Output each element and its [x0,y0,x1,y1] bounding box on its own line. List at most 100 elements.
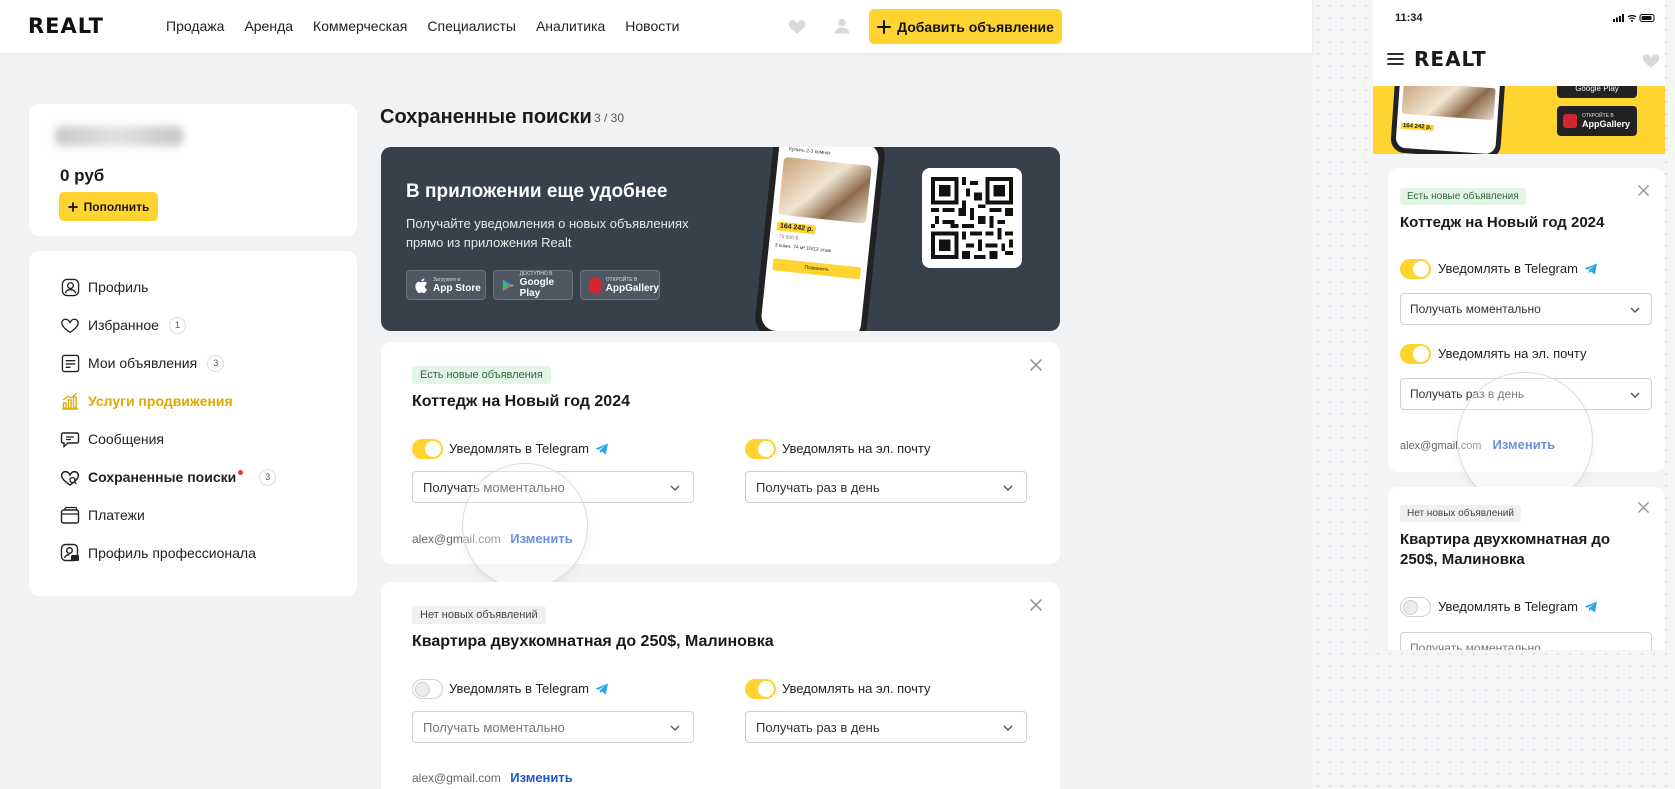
telegram-label-row: Уведомлять в Telegram [449,441,609,456]
status-icons [1613,14,1655,22]
chevron-down-icon [1003,485,1013,491]
email-frequency-select[interactable]: Получать раз в день [1400,378,1652,410]
page-title: Сохраненные поиски [380,106,592,128]
account-menu: Профиль Избранное 1 Мои объявления 3 Усл… [29,251,357,596]
search-title: Коттедж на Новый год 2024 [1400,214,1605,231]
store-small-label: Загрузите в [433,276,460,283]
desktop-view: REALT Продажа Аренда Коммерческая Специа… [0,0,1312,789]
balance-card: 0 руб Пополнить [29,104,357,236]
realt-logo[interactable]: REALT [28,14,104,38]
menu-item-saved-searches[interactable]: Сохраненные поиски 3 [60,465,277,489]
store-name: AppGallery [605,282,659,294]
count-badge: 1 [168,316,186,334]
nav-commercial[interactable]: Коммерческая [313,18,407,34]
email-label-row: Уведомлять на эл. почту [782,441,930,456]
email-label-row: Уведомлять на эл. почту [1438,346,1586,361]
status-badge: Нет новых объявлений [412,606,546,624]
store-small-label: ОТКРОЙТЕ В [605,276,638,283]
menu-item-promotion[interactable]: Услуги продвижения [60,389,233,413]
store-name: Google Play [519,277,555,299]
email-row: alex@gmail.com Изменить [412,531,573,546]
telegram-frequency-select[interactable]: Получать моментально [412,471,694,503]
count-badge: 3 [259,468,277,486]
nav-analytics[interactable]: Аналитика [536,18,605,34]
telegram-frequency-select[interactable]: Получать моментально [412,711,694,743]
chevron-down-icon [670,485,680,491]
chart-icon [60,391,80,411]
email-toggle[interactable] [1400,344,1431,364]
nav-news[interactable]: Новости [625,18,679,34]
telegram-label-row: Уведомлять в Telegram [1438,599,1598,614]
menu-item-messages[interactable]: Сообщения [60,427,164,451]
telegram-label-row: Уведомлять в Telegram [449,681,609,696]
email-frequency-select[interactable]: Получать раз в день [745,471,1027,503]
email-frequency-select[interactable]: Получать раз в день [745,711,1027,743]
telegram-toggle[interactable] [1400,259,1431,279]
menu-label: Платежи [88,507,145,523]
user-name-blurred [55,126,183,146]
appgallery-button[interactable]: ОТКРОЙТЕ В AppGallery [580,270,660,300]
saved-search-card: Нет новых объявлений Квартира двухкомнат… [1388,487,1665,650]
email-toggle[interactable] [745,439,776,459]
store-name: App Store [433,282,481,294]
heart-icon[interactable] [787,16,807,36]
close-icon[interactable] [1637,184,1650,197]
email-address: alex@gmail.com [412,771,501,785]
search-title: Квартира двухкомнатная до 250$, Малиновк… [412,633,774,650]
telegram-toggle[interactable] [412,439,443,459]
menu-item-payments[interactable]: Платежи [60,503,145,527]
nav-specialists[interactable]: Специалисты [427,18,516,34]
nav-sale[interactable]: Продажа [166,18,224,34]
telegram-toggle[interactable] [412,679,443,699]
telegram-toggle[interactable] [1400,597,1431,617]
appgallery-button[interactable]: ОТКРОЙТЕ В AppGallery [1557,106,1637,136]
add-listing-label: Добавить объявление [897,18,1054,35]
google-play-icon [502,279,514,291]
status-badge: Есть новые объявления [1400,188,1526,205]
telegram-label: Уведомлять в Telegram [449,681,589,696]
user-icon[interactable] [832,16,852,36]
email-toggle[interactable] [745,679,776,699]
saved-search-card: Есть новые объявления Коттедж на Новый г… [381,342,1060,588]
email-notify-label: Уведомлять на эл. почту [782,441,931,456]
menu-item-favorites[interactable]: Избранное 1 [60,313,186,337]
telegram-frequency-select[interactable]: Получать моментально [1400,293,1652,325]
search-title: Квартира двухкомнатная до 250$, Малиновк… [1400,531,1611,568]
topup-label: Пополнить [83,199,150,214]
mobile-app-promo: 164 242 р. Google Play ОТКРОЙТЕ В AppGall… [1373,86,1665,154]
status-badge: Есть новые объявления [412,366,551,384]
select-value: Получать моментально [1410,302,1541,316]
chevron-down-icon [1630,392,1640,398]
close-icon[interactable] [1029,358,1043,372]
menu-item-profile[interactable]: Профиль [60,275,148,299]
app-store-button[interactable]: Загрузите в App Store [406,270,486,300]
menu-icon[interactable] [1387,52,1404,66]
chevron-down-icon [1630,307,1640,313]
promo-text: Получайте уведомления о новых объявления… [406,216,689,250]
realt-logo[interactable]: REALT [1414,47,1487,71]
add-listing-button[interactable]: Добавить объявление [869,9,1062,44]
close-icon[interactable] [1029,598,1043,612]
change-email-link[interactable]: Изменить [510,770,573,785]
menu-item-pro-profile[interactable]: Профиль профессионала [60,541,256,565]
topup-button[interactable]: Пополнить [59,192,158,221]
listing-photo [778,156,872,224]
main-nav: Продажа Аренда Коммерческая Специалисты … [166,18,679,34]
plus-icon [877,19,892,34]
google-play-button[interactable]: ДОСТУПНО В Google Play [493,270,573,300]
close-icon[interactable] [1637,501,1650,514]
change-email-link[interactable]: Изменить [1493,437,1556,452]
telegram-frequency-select[interactable]: Получать моментально [1400,632,1652,650]
email-row: alex@gmail.com Изменить [412,770,573,785]
menu-item-my-listings[interactable]: Мои объявления 3 [60,351,225,375]
menu-label: Услуги продвижения [88,393,233,409]
change-email-link[interactable]: Изменить [510,531,573,546]
email-row: alex@gmail.com Изменить [1400,437,1555,452]
saved-search-icon [60,467,80,487]
nav-rent[interactable]: Аренда [244,18,293,34]
heart-icon[interactable] [1641,51,1661,69]
google-play-button[interactable]: Google Play [1557,86,1637,98]
telegram-label-row: Уведомлять в Telegram [1438,261,1598,276]
email-label-row: Уведомлять на эл. почту [782,681,930,696]
telegram-icon [1584,601,1597,612]
